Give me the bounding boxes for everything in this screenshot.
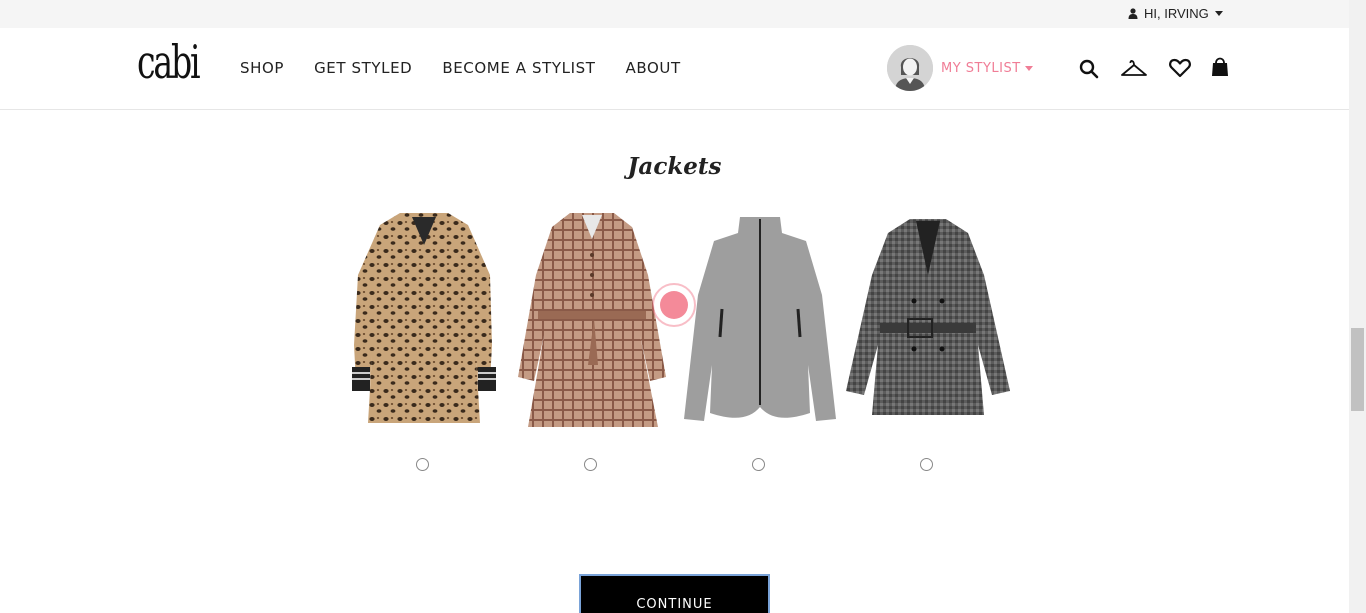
product-image-plaid-trench[interactable] — [508, 205, 676, 435]
product-image-leopard-coat[interactable] — [340, 205, 508, 435]
click-indicator — [652, 283, 696, 327]
nav-shop[interactable]: SHOP — [240, 59, 284, 77]
cabi-logo[interactable]: cabi — [137, 36, 201, 88]
main-nav: SHOP GET STYLED BECOME A STYLIST ABOUT — [240, 59, 681, 77]
continue-button[interactable]: CONTINUE — [579, 574, 770, 613]
my-stylist-menu[interactable]: MY STYLIST — [887, 45, 1033, 91]
product-card[interactable] — [508, 205, 676, 471]
main-header: cabi SHOP GET STYLED BECOME A STYLIST AB… — [0, 28, 1349, 110]
user-icon — [1128, 8, 1138, 19]
product-image-tweed-blazer[interactable] — [844, 205, 1012, 435]
shopping-bag-icon[interactable] — [1211, 56, 1229, 83]
top-utility-bar: HI, IRVING — [0, 0, 1366, 28]
scrollbar-thumb[interactable] — [1351, 328, 1364, 411]
user-greeting: HI, IRVING — [1144, 6, 1209, 21]
heart-icon[interactable] — [1169, 58, 1191, 83]
nav-become-a-stylist[interactable]: BECOME A STYLIST — [442, 59, 595, 77]
hanger-icon[interactable] — [1120, 58, 1148, 83]
user-account-menu[interactable]: HI, IRVING — [1128, 6, 1223, 21]
select-radio-plaid-trench[interactable] — [584, 458, 597, 471]
page-scrollbar[interactable] — [1349, 0, 1366, 613]
product-card[interactable] — [676, 205, 844, 471]
search-icon[interactable] — [1079, 59, 1099, 84]
stylist-avatar — [887, 45, 933, 91]
caret-down-icon — [1024, 65, 1033, 71]
product-card[interactable] — [340, 205, 508, 471]
caret-down-icon — [1214, 11, 1223, 16]
product-image-gray-zip-jacket[interactable] — [676, 205, 844, 435]
product-card[interactable] — [844, 205, 1012, 471]
product-grid — [340, 205, 1020, 480]
select-radio-tweed-blazer[interactable] — [920, 458, 933, 471]
section-title-jackets: Jackets — [627, 153, 722, 180]
select-radio-leopard-coat[interactable] — [416, 458, 429, 471]
nav-get-styled[interactable]: GET STYLED — [314, 59, 412, 77]
my-stylist-label: MY STYLIST — [941, 60, 1021, 76]
nav-about[interactable]: ABOUT — [626, 59, 681, 77]
select-radio-gray-zip-jacket[interactable] — [752, 458, 765, 471]
